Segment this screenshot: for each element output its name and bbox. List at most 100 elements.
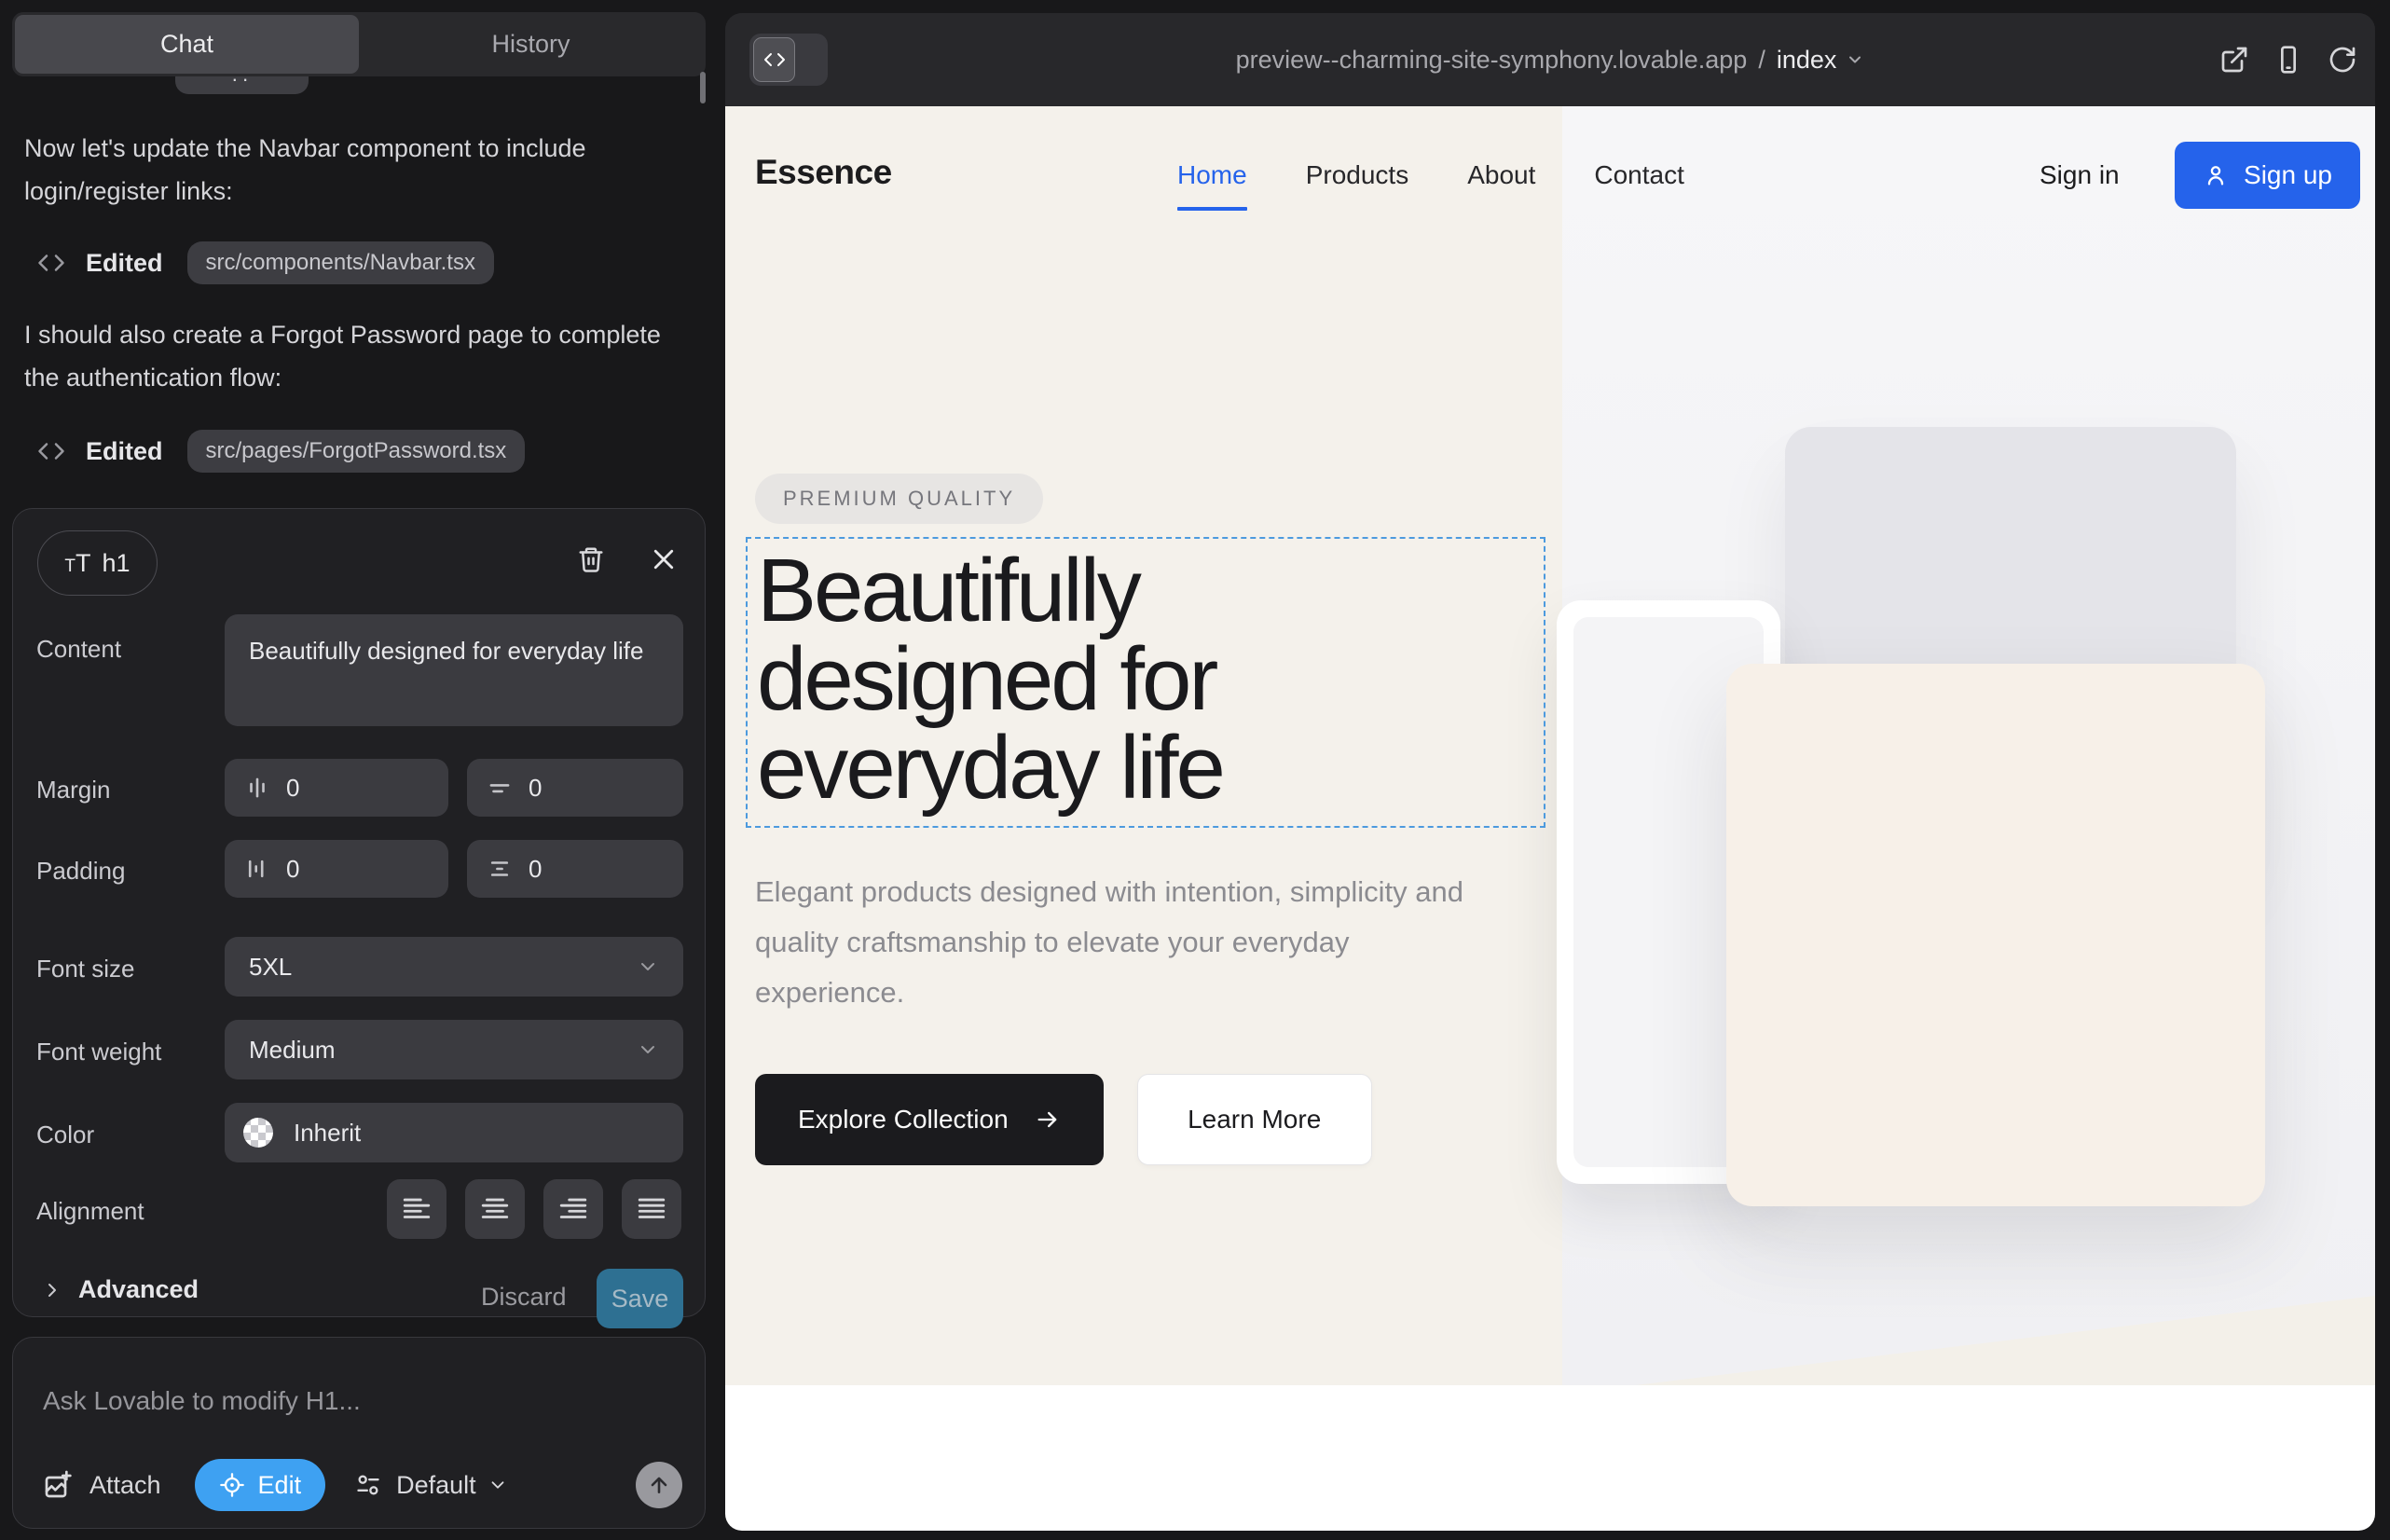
site-navbar: Essence Home Products About Contact Sign…	[725, 106, 2375, 248]
delete-element-button[interactable]	[570, 539, 611, 580]
premium-badge: PREMIUM QUALITY	[755, 474, 1043, 524]
settings-icon	[355, 1472, 381, 1498]
refresh-button[interactable]	[2328, 45, 2357, 75]
nav-links: Home Products About Contact	[1177, 160, 1684, 190]
padding-horizontal-icon	[245, 857, 269, 881]
preview-page: Essence Home Products About Contact Sign…	[725, 106, 2375, 1531]
chevron-down-icon	[488, 1475, 508, 1495]
content-textarea[interactable]: Beautifully designed for everyday life	[225, 614, 683, 726]
arrow-up-icon	[647, 1473, 671, 1497]
chevron-down-icon	[637, 1038, 659, 1061]
external-link-icon	[2219, 45, 2249, 75]
edit-mode-pill[interactable]: Edit	[195, 1459, 326, 1511]
image-plus-icon	[43, 1470, 73, 1500]
tab-chat[interactable]: Chat	[15, 15, 359, 74]
align-justify-icon	[636, 1193, 667, 1225]
nav-link-home[interactable]: Home	[1177, 160, 1247, 190]
hero-subtext: Elegant products designed with intention…	[755, 867, 1490, 1018]
transparent-swatch-icon	[243, 1118, 273, 1148]
preview-frame: preview--charming-site-symphony.lovable.…	[725, 13, 2375, 1531]
attach-button[interactable]: Attach	[43, 1470, 161, 1500]
mobile-view-button[interactable]	[2273, 45, 2303, 75]
file-chip-forgot-password[interactable]: src/pages/ForgotPassword.tsx	[187, 430, 526, 473]
url-page: index	[1777, 46, 1837, 75]
margin-horizontal-icon	[245, 776, 269, 800]
smartphone-icon	[2273, 45, 2303, 75]
url-host: preview--charming-site-symphony.lovable.…	[1236, 46, 1748, 75]
open-in-new-tab-button[interactable]	[2219, 45, 2249, 75]
edited-label: Edited	[86, 249, 163, 278]
code-icon	[37, 437, 65, 465]
url-bar[interactable]: preview--charming-site-symphony.lovable.…	[725, 13, 2375, 106]
locate-icon	[219, 1472, 245, 1498]
margin-vertical-icon	[488, 776, 512, 800]
alignment-label: Alignment	[36, 1197, 144, 1226]
align-right-icon	[557, 1193, 589, 1225]
padding-vertical-icon	[488, 857, 512, 881]
decorative-card-cream	[1726, 664, 2265, 1206]
tab-history[interactable]: History	[359, 15, 703, 74]
font-size-label: Font size	[36, 955, 135, 983]
align-left-button[interactable]	[387, 1179, 446, 1239]
sign-in-link[interactable]: Sign in	[2040, 160, 2120, 190]
color-label: Color	[36, 1121, 94, 1149]
font-size-select[interactable]: 5XL	[225, 937, 683, 997]
advanced-toggle[interactable]: Advanced	[41, 1275, 199, 1304]
close-icon	[650, 545, 678, 573]
nav-link-contact[interactable]: Contact	[1594, 160, 1684, 190]
sign-up-button[interactable]: Sign up	[2175, 142, 2360, 209]
url-separator: /	[1758, 46, 1765, 75]
padding-y-input[interactable]: 0	[467, 840, 683, 898]
nav-link-about[interactable]: About	[1467, 160, 1535, 190]
chat-history-tabs: Chat History	[12, 12, 706, 76]
padding-x-input[interactable]: 0	[225, 840, 448, 898]
element-editor-panel: TT h1 Content Beautifully designed for e…	[12, 508, 706, 1317]
padding-label: Padding	[36, 857, 125, 886]
send-button[interactable]	[636, 1462, 682, 1508]
learn-more-button[interactable]: Learn More	[1137, 1074, 1372, 1165]
user-icon	[2203, 162, 2229, 188]
edited-label: Edited	[86, 437, 163, 466]
hero-section: Essence Home Products About Contact Sign…	[725, 106, 2375, 1385]
align-center-button[interactable]	[465, 1179, 525, 1239]
nav-link-products[interactable]: Products	[1306, 160, 1409, 190]
align-right-button[interactable]	[543, 1179, 603, 1239]
close-editor-button[interactable]	[643, 539, 684, 580]
composer[interactable]: Ask Lovable to modify H1... Attach Edit …	[12, 1337, 706, 1529]
composer-toolbar: Attach Edit Default	[43, 1459, 682, 1511]
chevron-down-icon	[1846, 50, 1864, 69]
align-justify-button[interactable]	[622, 1179, 681, 1239]
edited-file-row: Edited src/components/Navbar.tsx	[37, 241, 494, 285]
code-icon	[37, 249, 65, 277]
font-weight-select[interactable]: Medium	[225, 1020, 683, 1079]
content-label: Content	[36, 635, 121, 664]
chat-panel: Chat History ·· Now let's update the Nav…	[0, 0, 708, 1540]
refresh-icon	[2328, 45, 2357, 75]
font-weight-label: Font weight	[36, 1038, 161, 1066]
assistant-message: I should also create a Forgot Password p…	[24, 313, 682, 399]
margin-y-input[interactable]: 0	[467, 759, 683, 817]
selected-element-tag: TT h1	[37, 530, 158, 596]
preview-chrome: preview--charming-site-symphony.lovable.…	[725, 13, 2375, 106]
color-picker-field[interactable]: Inherit	[225, 1103, 683, 1162]
file-chip-navbar[interactable]: src/components/Navbar.tsx	[187, 241, 494, 284]
discard-button[interactable]: Discard	[481, 1283, 567, 1312]
chevron-right-icon	[41, 1279, 63, 1301]
assistant-message: Now let's update the Navbar component to…	[24, 127, 682, 213]
margin-label: Margin	[36, 776, 110, 804]
align-left-icon	[401, 1193, 433, 1225]
hero-cta-row: Explore Collection Learn More	[755, 1074, 1372, 1165]
site-logo: Essence	[755, 153, 892, 192]
hero-headline: Beautifully designed for everyday life	[757, 546, 1467, 812]
arrow-right-icon	[1035, 1107, 1061, 1133]
composer-input[interactable]: Ask Lovable to modify H1...	[43, 1386, 361, 1416]
chevron-down-icon	[637, 956, 659, 978]
mode-selector[interactable]: Default	[355, 1471, 508, 1500]
typography-icon: TT	[64, 549, 90, 578]
selected-element-outline[interactable]: Beautifully designed for everyday life	[746, 537, 1545, 828]
chat-scrollbar[interactable]	[700, 72, 706, 103]
trash-icon	[577, 545, 605, 573]
explore-collection-button[interactable]: Explore Collection	[755, 1074, 1104, 1165]
save-button[interactable]: Save	[597, 1269, 683, 1328]
margin-x-input[interactable]: 0	[225, 759, 448, 817]
